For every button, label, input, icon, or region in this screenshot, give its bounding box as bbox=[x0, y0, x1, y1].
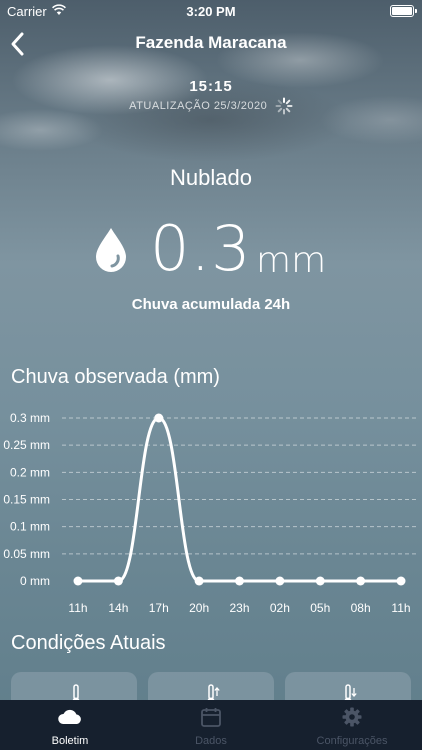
battery-icon bbox=[390, 5, 417, 17]
update-line: ATUALIZAÇÃO 25/3/2020 bbox=[0, 97, 422, 115]
rain-chart: 0.3 mm 0.25 mm 0.2 mm 0.15 mm 0.1 mm 0.05 mm 0… bbox=[3, 411, 418, 615]
data-point bbox=[396, 576, 406, 586]
gear-icon bbox=[342, 707, 362, 727]
y-tick-label: 0.15 mm bbox=[3, 493, 50, 507]
data-point bbox=[235, 576, 244, 586]
x-tick-label: 11h bbox=[391, 601, 410, 615]
tab-configuracoes-label: Configurações bbox=[316, 735, 388, 747]
refresh-spinner-icon[interactable] bbox=[275, 97, 293, 115]
data-point bbox=[356, 576, 366, 586]
y-tick-label: 0.2 mm bbox=[10, 465, 50, 479]
weather-condition: Nublado bbox=[170, 165, 252, 190]
x-tick-label: 02h bbox=[270, 601, 290, 615]
update-time: 15:15 bbox=[189, 78, 233, 95]
x-tick-label: 23h bbox=[229, 601, 249, 615]
data-point bbox=[315, 576, 325, 586]
tab-boletim-label: Boletim bbox=[51, 735, 89, 747]
x-tick-label: 20h bbox=[189, 601, 209, 615]
data-point bbox=[194, 576, 204, 586]
x-tick-label: 11h bbox=[68, 601, 87, 615]
tab-configuracoes[interactable]: Configurações bbox=[282, 700, 422, 750]
x-tick-label: 05h bbox=[310, 601, 330, 615]
tab-boletim[interactable]: Boletim bbox=[0, 700, 140, 750]
cloud-icon bbox=[58, 709, 81, 724]
y-tick-label: 0.25 mm bbox=[3, 438, 50, 452]
rain-value: 0.3 bbox=[150, 212, 252, 285]
calendar-icon bbox=[201, 708, 221, 727]
data-point bbox=[154, 413, 164, 423]
nav-title: Fazenda Maracana bbox=[135, 33, 287, 52]
rain-label: Chuva acumulada 24h bbox=[131, 296, 291, 313]
x-tick-label: 14h bbox=[108, 601, 128, 615]
data-point bbox=[113, 576, 123, 586]
y-tick-label: 0.05 mm bbox=[3, 547, 50, 561]
chart-title: Chuva observada (mm) bbox=[11, 366, 220, 388]
y-tick-label: 0 mm bbox=[20, 574, 50, 588]
y-tick-label: 0.3 mm bbox=[10, 411, 50, 425]
raindrop-icon bbox=[96, 228, 126, 272]
x-tick-label: 08h bbox=[351, 601, 371, 615]
status-bar: Carrier 3:20 PM bbox=[0, 0, 422, 22]
y-tick-label: 0.1 mm bbox=[10, 520, 50, 534]
x-tick-label: 17h bbox=[149, 601, 169, 615]
tab-dados[interactable]: Dados bbox=[141, 700, 281, 750]
rain-unit: mm bbox=[256, 240, 327, 281]
section-title: Condições Atuais bbox=[11, 632, 166, 654]
data-point bbox=[73, 576, 83, 586]
data-point bbox=[275, 576, 285, 586]
update-label: ATUALIZAÇÃO 25/3/2020 bbox=[129, 99, 268, 112]
tab-dados-label: Dados bbox=[195, 735, 227, 747]
tab-bar: Boletim Dados Configurações bbox=[0, 700, 422, 750]
status-time: 3:20 PM bbox=[186, 4, 236, 19]
